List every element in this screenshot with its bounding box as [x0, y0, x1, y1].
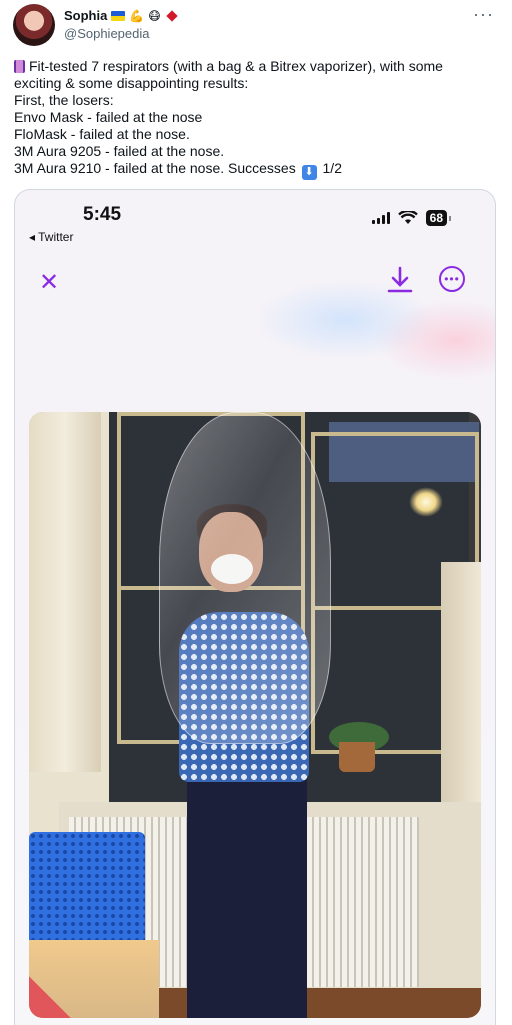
down-arrow-icon: ⬇	[301, 165, 317, 180]
phone-status-bar: 68	[371, 210, 451, 226]
tweet-line-5: FloMask - failed at the nose.	[14, 126, 190, 142]
more-options-icon[interactable]: ···	[473, 4, 494, 25]
blue-chair	[29, 832, 145, 952]
photo-respirator-bag-test	[29, 412, 481, 1018]
more-circle-icon: •••	[439, 266, 465, 292]
avatar[interactable]	[13, 4, 55, 46]
tweet-line-6: 3M Aura 9205 - failed at the nose.	[14, 143, 225, 159]
flexed-biceps-icon: 💪	[129, 8, 145, 23]
tweet-line-1: Fit-tested 7 respirators (with a bag & a…	[14, 58, 484, 75]
battery-icon: 68	[425, 210, 447, 226]
thread-count: 1/2	[322, 160, 342, 176]
media-card[interactable]: 5:45 ◂ Twitter 68 ✕ •••	[14, 189, 496, 1025]
curtain-left	[29, 412, 101, 772]
potted-plant	[339, 742, 375, 772]
face-with-medical-mask-icon: 😷	[148, 8, 161, 23]
close-icon: ✕	[39, 269, 60, 296]
back-to-twitter: ◂ Twitter	[29, 230, 74, 244]
tweet-line-4: Envo Mask - failed at the nose	[14, 109, 203, 125]
red-diamond-icon	[166, 9, 178, 22]
curtain-right	[441, 562, 481, 822]
wifi-icon	[397, 211, 418, 224]
battery-tip	[449, 215, 451, 221]
author-name[interactable]: Sophia	[64, 8, 107, 23]
tweet-line-2: exciting & some disappointing results:	[14, 75, 249, 91]
author-name-row[interactable]: Sophia 💪 😷	[64, 8, 178, 23]
author-handle[interactable]: @Sophiepedia	[64, 26, 149, 41]
tweet-line-3: First, the losers:	[14, 92, 114, 108]
storage-box	[29, 940, 159, 1018]
tweet-line-7: 3M Aura 9210 - failed at the nose. Succe…	[14, 160, 342, 180]
ukraine-flag-icon	[111, 10, 126, 21]
thread-spool-icon	[14, 60, 25, 73]
signal-icon	[371, 212, 390, 224]
phone-time: 5:45	[83, 204, 122, 225]
ceiling-lamp	[409, 487, 443, 517]
tweet-text: Fit-tested 7 respirators (with a bag & a…	[14, 58, 484, 180]
test-bag	[159, 412, 331, 744]
download-icon	[387, 266, 413, 293]
